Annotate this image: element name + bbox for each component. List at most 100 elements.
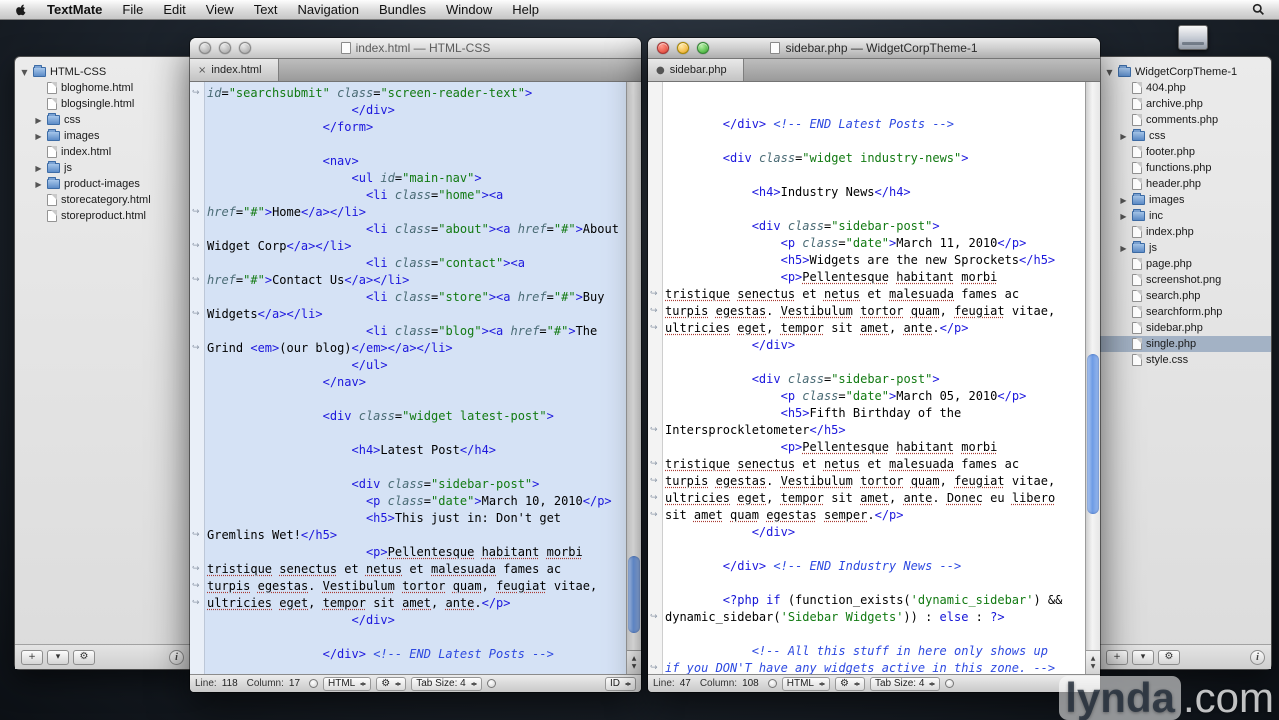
- file-item-images[interactable]: ▶ images: [15, 128, 190, 144]
- disclosure-triangle-icon[interactable]: ▶: [34, 180, 43, 189]
- disclosure-triangle-icon[interactable]: ▶: [34, 164, 43, 173]
- gear-menu-button[interactable]: ⚙: [376, 676, 407, 691]
- disclosure-triangle-icon[interactable]: ▼: [1105, 68, 1114, 77]
- disclosure-triangle-icon[interactable]: ▶: [1119, 196, 1128, 205]
- code-area[interactable]: </div> <!-- END Latest Posts --> <div cl…: [665, 82, 1085, 674]
- file-item-footer.php[interactable]: footer.php: [1100, 144, 1271, 160]
- file-item-WidgetCorpTheme-1[interactable]: ▼ WidgetCorpTheme-1: [1100, 64, 1271, 80]
- soft-wrap-indicator-icon[interactable]: [945, 679, 955, 688]
- file-item-single.php[interactable]: single.php: [1100, 336, 1271, 352]
- bundle-indicator-icon[interactable]: [309, 679, 319, 688]
- tab-size-popup[interactable]: Tab Size: 4: [869, 676, 941, 691]
- spotlight-icon[interactable]: [1247, 1, 1269, 19]
- editor-sidebar-php[interactable]: ↪ ↪ ↪ ↪ ↪ ↪ ↪ ↪ ↪ ↪ </div> <!-- END Latest Posts …: [648, 82, 1100, 674]
- zoom-button[interactable]: [239, 42, 251, 54]
- editor-index-html[interactable]: ↪ ↪ ↪ ↪ ↪ ↪ ↪ ↪ ↪ ↪ id="searchsubmit" class="scre…: [190, 82, 641, 674]
- info-button[interactable]: i: [1250, 649, 1265, 665]
- file-item-searchform.php[interactable]: searchform.php: [1100, 304, 1271, 320]
- file-item-bloghome.html[interactable]: bloghome.html: [15, 80, 190, 96]
- vertical-scrollbar[interactable]: ▲ ▼: [626, 82, 641, 674]
- tab-sidebar-php[interactable]: ● sidebar.php: [648, 59, 744, 81]
- disclosure-triangle-icon[interactable]: ▶: [1119, 132, 1128, 141]
- scrollbar-thumb[interactable]: [628, 555, 640, 633]
- disclosure-triangle-icon[interactable]: ▼: [20, 68, 29, 77]
- tab-close-icon[interactable]: ×: [198, 65, 206, 76]
- info-button[interactable]: i: [169, 649, 184, 665]
- scrollbar-arrows[interactable]: ▲ ▼: [1086, 650, 1100, 674]
- file-item-index.php[interactable]: index.php: [1100, 224, 1271, 240]
- hard-drive-icon[interactable]: [1178, 25, 1208, 50]
- code-line: <li class="blog"><a href="#">The: [365, 324, 598, 338]
- language-popup[interactable]: HTML: [323, 676, 372, 691]
- tab-modified-icon[interactable]: ●: [656, 65, 665, 76]
- file-item-inc[interactable]: ▶ inc: [1100, 208, 1271, 224]
- scrollbar-thumb[interactable]: [1087, 354, 1099, 515]
- new-file-button[interactable]: +: [1106, 649, 1128, 665]
- file-item-blogsingle.html[interactable]: blogsingle.html: [15, 96, 190, 112]
- disclosure-triangle-icon[interactable]: ▶: [1119, 212, 1128, 221]
- file-item-style.css[interactable]: style.css: [1100, 352, 1271, 368]
- file-item-functions.php[interactable]: functions.php: [1100, 160, 1271, 176]
- file-item-index.html[interactable]: index.html: [15, 144, 190, 160]
- close-button[interactable]: [199, 42, 211, 54]
- file-item-storeproduct.html[interactable]: storeproduct.html: [15, 208, 190, 224]
- file-item-comments.php[interactable]: comments.php: [1100, 112, 1271, 128]
- file-item-header.php[interactable]: header.php: [1100, 176, 1271, 192]
- menu-view[interactable]: View: [196, 2, 244, 17]
- close-button[interactable]: [657, 42, 669, 54]
- new-folder-button[interactable]: ▾: [1132, 649, 1154, 665]
- title-bar[interactable]: sidebar.php — WidgetCorpTheme-1: [648, 38, 1100, 59]
- disclosure-triangle-icon[interactable]: ▶: [34, 116, 43, 125]
- file-item-search.php[interactable]: search.php: [1100, 288, 1271, 304]
- action-gear-button[interactable]: ⚙: [1158, 649, 1180, 665]
- menu-bundles[interactable]: Bundles: [369, 2, 436, 17]
- menu-help[interactable]: Help: [502, 2, 549, 17]
- document-icon: [770, 42, 781, 54]
- apple-menu-icon[interactable]: [14, 2, 29, 17]
- menu-file[interactable]: File: [112, 2, 153, 17]
- soft-wrap-indicator-icon[interactable]: [486, 679, 496, 688]
- tab-size-popup[interactable]: Tab Size: 4: [411, 676, 482, 691]
- vertical-scrollbar[interactable]: ▲ ▼: [1085, 82, 1100, 674]
- menu-edit[interactable]: Edit: [153, 2, 195, 17]
- file-label: footer.php: [1146, 146, 1195, 158]
- file-item-images[interactable]: ▶ images: [1100, 192, 1271, 208]
- file-item-js[interactable]: ▶ js: [15, 160, 190, 176]
- file-item-css[interactable]: ▶ css: [1100, 128, 1271, 144]
- file-item-css[interactable]: ▶ css: [15, 112, 190, 128]
- file-label: storecategory.html: [61, 194, 151, 206]
- action-gear-button[interactable]: ⚙: [73, 649, 95, 665]
- file-item-HTML-CSS[interactable]: ▼ HTML-CSS: [15, 64, 190, 80]
- title-bar[interactable]: index.html — HTML-CSS: [190, 38, 641, 59]
- minimize-button[interactable]: [677, 42, 689, 54]
- new-file-button[interactable]: +: [21, 649, 43, 665]
- menu-textmate[interactable]: TextMate: [37, 2, 112, 17]
- file-item-404.php[interactable]: 404.php: [1100, 80, 1271, 96]
- file-item-screenshot.png[interactable]: screenshot.png: [1100, 272, 1271, 288]
- minimize-button[interactable]: [219, 42, 231, 54]
- tab-index-html[interactable]: × index.html: [190, 59, 279, 81]
- gear-menu-button[interactable]: ⚙: [834, 676, 865, 691]
- file-label: css: [64, 114, 81, 126]
- menu-text[interactable]: Text: [244, 2, 288, 17]
- file-item-page.php[interactable]: page.php: [1100, 256, 1271, 272]
- file-item-sidebar.php[interactable]: sidebar.php: [1100, 320, 1271, 336]
- file-item-js[interactable]: ▶ js: [1100, 240, 1271, 256]
- bundle-indicator-icon[interactable]: [767, 679, 777, 688]
- file-item-archive.php[interactable]: archive.php: [1100, 96, 1271, 112]
- window-title-area: sidebar.php — WidgetCorpTheme-1: [648, 41, 1100, 55]
- watermark-lynda: lynda: [1059, 675, 1181, 720]
- menu-navigation[interactable]: Navigation: [288, 2, 369, 17]
- file-item-product-images[interactable]: ▶ product-images: [15, 176, 190, 192]
- column-value: 17: [288, 678, 301, 689]
- new-folder-button[interactable]: ▾: [47, 649, 69, 665]
- code-area[interactable]: id="searchsubmit" class="screen-reader-t…: [207, 85, 626, 674]
- disclosure-triangle-icon[interactable]: ▶: [1119, 244, 1128, 253]
- disclosure-triangle-icon[interactable]: ▶: [34, 132, 43, 141]
- language-popup[interactable]: HTML: [781, 676, 830, 691]
- zoom-button[interactable]: [697, 42, 709, 54]
- symbol-popup[interactable]: ID: [605, 676, 636, 691]
- scrollbar-arrows[interactable]: ▲ ▼: [627, 650, 641, 674]
- file-item-storecategory.html[interactable]: storecategory.html: [15, 192, 190, 208]
- menu-window[interactable]: Window: [436, 2, 502, 17]
